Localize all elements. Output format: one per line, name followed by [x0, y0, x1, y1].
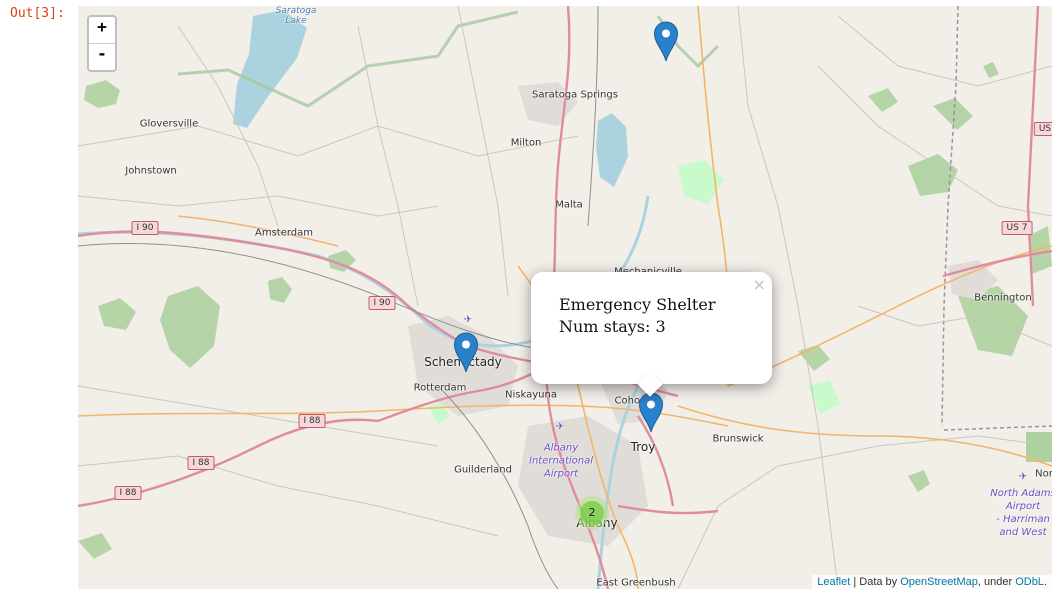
- place-label: Milton: [510, 137, 542, 149]
- airport-icon: ✈: [1018, 471, 1028, 483]
- highway-shield: I 88: [187, 456, 215, 470]
- popup-stays: Num stays: 3: [559, 317, 666, 336]
- cluster-count: 2: [580, 501, 604, 525]
- highway-shield: US 7: [1001, 221, 1033, 235]
- place-label: Saratoga Springs: [532, 89, 618, 101]
- place-label: Guilderland: [454, 464, 512, 476]
- airport-label: North Adams Airport - Harriman and West: [990, 488, 1052, 538]
- place-label: Bennington: [974, 292, 1032, 304]
- highway-shield: I 90: [368, 296, 396, 310]
- attribution-text: | Data by: [850, 576, 901, 588]
- map-marker-icon[interactable]: [653, 21, 679, 62]
- openstreetmap-link[interactable]: OpenStreetMap: [900, 576, 978, 588]
- highway-shield: I 88: [114, 486, 142, 500]
- map-marker-icon[interactable]: [453, 332, 479, 373]
- place-label: Nor: [1035, 468, 1052, 480]
- highway-shield: I 90: [131, 221, 159, 235]
- place-label: Gloversville: [139, 118, 199, 130]
- place-label: Johnstown: [125, 165, 177, 177]
- zoom-control: + -: [87, 15, 117, 72]
- attribution-text: , under: [977, 576, 1016, 588]
- map-marker-icon[interactable]: [638, 392, 664, 433]
- leaflet-link[interactable]: Leaflet: [817, 576, 850, 588]
- place-label: Brunswick: [712, 433, 764, 445]
- place-label: Troy: [630, 440, 656, 454]
- place-label: Malta: [555, 199, 583, 211]
- odbl-link[interactable]: ODbL: [1015, 576, 1044, 588]
- attribution-text: .: [1043, 576, 1047, 588]
- place-label: Rotterdam: [413, 382, 467, 394]
- place-label: East Greenbush: [596, 577, 676, 589]
- popup-title: Emergency Shelter: [559, 295, 716, 314]
- map-attribution: Leaflet | Data by OpenStreetMap, under O…: [812, 575, 1052, 589]
- marker-cluster[interactable]: 2: [575, 496, 609, 530]
- highway-shield: I 88: [298, 414, 326, 428]
- popup-content: Emergency Shelter Num stays: 3: [559, 294, 715, 338]
- output-prompt: Out[3]:: [10, 6, 65, 21]
- place-label: Amsterdam: [254, 227, 314, 239]
- airport-icon: ✈: [463, 314, 473, 326]
- map-container[interactable]: Saratoga Lake Saratoga Springs Gloversvi…: [78, 6, 1052, 589]
- zoom-out-button[interactable]: -: [89, 43, 115, 70]
- marker-popup: × Emergency Shelter Num stays: 3: [531, 272, 772, 397]
- place-label: Niskayuna: [505, 389, 557, 401]
- popup-close-button[interactable]: ×: [753, 275, 766, 294]
- airport-icon: ✈: [555, 421, 565, 433]
- highway-shield: US: [1033, 122, 1052, 136]
- lake-label: Saratoga Lake: [275, 6, 317, 26]
- zoom-in-button[interactable]: +: [89, 17, 115, 43]
- airport-label: Albany International Airport: [529, 442, 593, 480]
